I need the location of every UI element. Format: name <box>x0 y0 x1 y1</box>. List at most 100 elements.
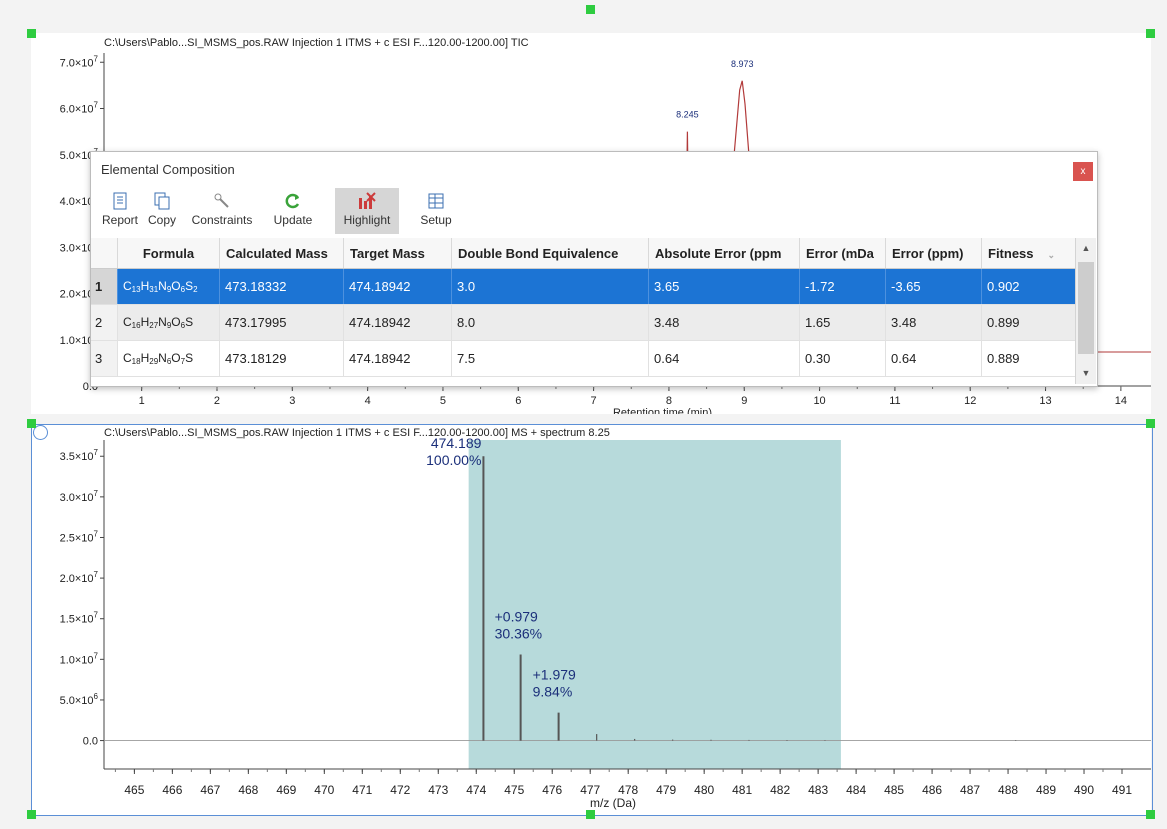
formula-element: C <box>123 351 132 365</box>
resize-handle-mid-left[interactable] <box>27 419 36 428</box>
report-label: Report <box>101 213 139 227</box>
scroll-up-icon[interactable]: ▲ <box>1079 241 1093 255</box>
results-table: Formula Calculated Mass Target Mass Doub… <box>91 238 1076 377</box>
cell-absolute-error: 3.65 <box>648 268 800 305</box>
formula-element: C <box>123 279 132 293</box>
column-header-fitness[interactable]: Fitness ⌄ <box>981 238 1076 269</box>
formula-element: O <box>171 351 181 365</box>
row-number: 2 <box>91 304 118 341</box>
column-header-error-mda[interactable]: Error (mDa <box>799 238 886 269</box>
cell-target-mass: 474.18942 <box>343 340 452 377</box>
copy-icon <box>153 192 171 210</box>
resize-handle-bottom-center[interactable] <box>586 810 595 819</box>
tic-x-tick-label: 3 <box>289 395 295 407</box>
tic-peak-label: 8.245 <box>676 110 699 120</box>
resize-handle-top-center[interactable] <box>586 5 595 14</box>
close-button[interactable]: x <box>1073 162 1093 181</box>
cell-fitness: 0.889 <box>981 340 1076 377</box>
table-row[interactable]: 2 C16H27N9O6S 473.17995 474.18942 8.0 3.48 1.6… <box>91 304 1076 341</box>
formula-element: C <box>123 315 132 329</box>
highlight-icon <box>358 192 376 210</box>
copy-button[interactable]: Copy <box>143 188 181 234</box>
tic-x-tick-label: 9 <box>741 395 747 407</box>
constraints-icon <box>213 192 231 210</box>
tic-x-tick-label: 8 <box>666 395 672 407</box>
cell-calculated-mass: 473.18332 <box>219 268 344 305</box>
column-header-calculated-mass[interactable]: Calculated Mass <box>219 238 344 269</box>
tic-chart-title: C:\Users\Pablo...SI_MSMS_pos.RAW Injecti… <box>104 37 529 49</box>
tic-x-tick-label: 7 <box>591 395 597 407</box>
cell-dbe: 7.5 <box>451 340 649 377</box>
table-row[interactable]: 3 C18H29N6O7S 473.18129 474.18942 7.5 0.64 0.3… <box>91 340 1076 377</box>
tic-x-tick-label: 5 <box>440 395 446 407</box>
formula-element: H <box>140 279 150 293</box>
cell-calculated-mass: 473.17995 <box>219 304 344 341</box>
formula-count: 18 <box>131 357 141 366</box>
formula-element: O <box>171 279 181 293</box>
copy-label: Copy <box>147 213 176 227</box>
fitness-header-label: Fitness <box>988 245 1034 261</box>
setup-icon <box>427 192 445 210</box>
cell-dbe: 8.0 <box>451 304 649 341</box>
vertical-scrollbar[interactable]: ▲ ▼ <box>1075 238 1096 384</box>
tic-peak-label: 8.973 <box>731 59 754 69</box>
table-row[interactable]: 1 C13H31N9O6S2 473.18332 474.18942 3.0 3.65 -1… <box>91 268 1076 305</box>
formula-count: 27 <box>149 321 159 330</box>
formula-count: 13 <box>131 285 141 294</box>
results-grid: Formula Calculated Mass Target Mass Doub… <box>91 238 1097 386</box>
column-header-dbe[interactable]: Double Bond Equivalence <box>451 238 649 269</box>
tic-x-tick-label: 1 <box>139 395 145 407</box>
elemental-composition-dialog[interactable]: Elemental Composition x Report Copy Cons… <box>90 151 1098 387</box>
column-header-target-mass[interactable]: Target Mass <box>343 238 452 269</box>
row-number: 3 <box>91 340 118 377</box>
formula-element: S <box>185 351 194 365</box>
resize-handle-bottom-right[interactable] <box>1146 810 1155 819</box>
scrollbar-thumb[interactable] <box>1078 262 1094 354</box>
resize-handle-bottom-left[interactable] <box>27 810 36 819</box>
column-header-error-ppm[interactable]: Error (ppm) <box>885 238 982 269</box>
highlight-button[interactable]: Highlight <box>335 188 399 234</box>
constraints-label: Constraints <box>191 213 253 227</box>
setup-button[interactable]: Setup <box>413 188 459 234</box>
row-number: 1 <box>91 268 118 305</box>
cell-formula: C16H27N9O6S <box>117 304 220 341</box>
cell-absolute-error: 3.48 <box>648 304 800 341</box>
resize-handle-mid-right[interactable] <box>1146 419 1155 428</box>
resize-handle-top-left[interactable] <box>27 29 36 38</box>
dialog-title: Elemental Composition <box>101 162 235 177</box>
cell-error-mda: 1.65 <box>799 304 886 341</box>
formula-element: O <box>171 315 181 329</box>
column-header-formula[interactable]: Formula <box>117 238 220 269</box>
cell-target-mass: 474.18942 <box>343 268 452 305</box>
formula-element: S <box>185 315 194 329</box>
cell-formula: C18H29N6O7S <box>117 340 220 377</box>
table-header-row: Formula Calculated Mass Target Mass Doub… <box>91 238 1076 269</box>
report-icon <box>111 192 129 210</box>
scroll-down-icon[interactable]: ▼ <box>1079 366 1093 380</box>
cell-error-ppm: 3.48 <box>885 304 982 341</box>
tic-x-tick-label: 12 <box>964 395 976 407</box>
setup-label: Setup <box>420 213 452 227</box>
tic-x-axis-label: Retention time (min) <box>613 407 712 414</box>
constraints-button[interactable]: Constraints <box>185 188 259 234</box>
tic-x-tick-label: 4 <box>365 395 371 407</box>
row-number-header <box>91 238 118 269</box>
tic-x-tick-label: 10 <box>813 395 825 407</box>
formula-count: 2 <box>193 285 198 294</box>
tic-x-tick-label: 13 <box>1039 395 1051 407</box>
report-button[interactable]: Report <box>97 188 143 234</box>
formula-count: 31 <box>149 285 159 294</box>
column-header-absolute-error[interactable]: Absolute Error (ppm <box>648 238 800 269</box>
tic-x-tick-label: 14 <box>1115 395 1127 407</box>
resize-handle-top-right[interactable] <box>1146 29 1155 38</box>
spectrum-chart-title: C:\Users\Pablo...SI_MSMS_pos.RAW Injecti… <box>104 427 610 439</box>
formula-count: 29 <box>149 357 159 366</box>
tic-x-tick-label: 11 <box>889 395 900 407</box>
cell-formula: C13H31N9O6S2 <box>117 268 220 305</box>
formula-element: H <box>140 351 150 365</box>
highlight-label: Highlight <box>343 213 391 227</box>
cell-error-ppm: -3.65 <box>885 268 982 305</box>
cell-error-mda: -1.72 <box>799 268 886 305</box>
update-button[interactable]: Update <box>267 188 319 234</box>
formula-element: N <box>158 315 167 329</box>
